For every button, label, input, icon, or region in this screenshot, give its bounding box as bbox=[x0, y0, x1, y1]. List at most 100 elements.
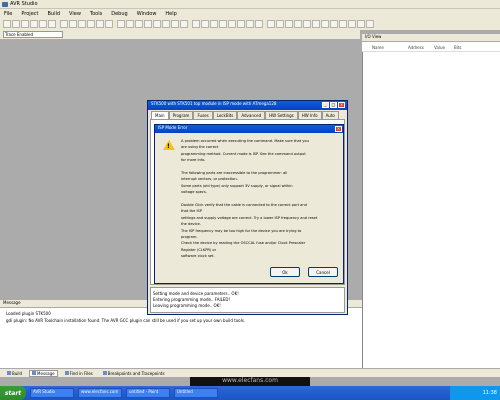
toolbar-button[interactable] bbox=[39, 20, 47, 28]
toolbar-button[interactable] bbox=[276, 20, 284, 28]
main-toolbar bbox=[0, 18, 500, 30]
toolbar-button[interactable] bbox=[69, 20, 77, 28]
toolbar-button[interactable] bbox=[285, 20, 293, 28]
tab-auto[interactable]: Auto bbox=[321, 111, 339, 119]
tab-advanced[interactable]: Advanced bbox=[237, 111, 266, 119]
close-button[interactable]: × bbox=[338, 102, 345, 108]
toolbar-button[interactable] bbox=[135, 20, 143, 28]
toolbar-button[interactable] bbox=[153, 20, 161, 28]
toolbar-button[interactable] bbox=[105, 20, 113, 28]
toolbar-button[interactable] bbox=[219, 20, 227, 28]
tab-find-label: Find in Files bbox=[69, 370, 93, 376]
close-icon[interactable]: × bbox=[335, 126, 342, 132]
status-line: Setting mode and device parameters.. OK! bbox=[153, 291, 239, 296]
message-text-line: program. bbox=[181, 235, 198, 239]
toolbar-button[interactable] bbox=[60, 20, 68, 28]
window-title: AVR Studio bbox=[10, 1, 38, 7]
toolbar-button[interactable] bbox=[267, 20, 275, 28]
tab-lockbits[interactable]: LockBits bbox=[212, 111, 238, 119]
toolbar-button[interactable] bbox=[246, 20, 254, 28]
message-text-line: settings and supply voltage are correct.… bbox=[181, 215, 318, 220]
toolbar-button[interactable] bbox=[12, 20, 20, 28]
menu-build[interactable]: Build bbox=[47, 11, 60, 17]
tab-program[interactable]: Program bbox=[168, 111, 194, 119]
io-col-bits[interactable]: Bits bbox=[454, 42, 474, 51]
status-line: Entering programming mode.. FAILED! bbox=[153, 297, 231, 302]
toolbar-button[interactable] bbox=[210, 20, 218, 28]
message-text-line: Check the device by reading the OSCCAL f… bbox=[181, 241, 306, 246]
toolbar-button[interactable] bbox=[228, 20, 236, 28]
stk500-dialog-title: STK500 with STK501 top module in ISP mod… bbox=[148, 101, 347, 110]
app-icon bbox=[2, 2, 8, 7]
toolbar-button[interactable] bbox=[162, 20, 170, 28]
toolbar-button[interactable] bbox=[78, 20, 86, 28]
menu-tools[interactable]: Tools bbox=[90, 11, 102, 17]
ok-button[interactable]: Ok bbox=[270, 267, 300, 277]
toolbar-button[interactable] bbox=[3, 20, 11, 28]
menu-help[interactable]: Help bbox=[165, 11, 176, 17]
clock: 11:38 bbox=[482, 390, 497, 396]
toolbar-button[interactable] bbox=[339, 20, 347, 28]
menu-project[interactable]: Project bbox=[21, 11, 38, 17]
io-col-value[interactable]: Value bbox=[434, 42, 454, 51]
start-button[interactable]: start bbox=[0, 386, 26, 400]
tab-find-in-files[interactable]: Find in Files bbox=[62, 370, 96, 377]
io-view-header: Name Address Value Bits bbox=[362, 42, 500, 52]
toolbar-button[interactable] bbox=[201, 20, 209, 28]
menu-file[interactable]: File bbox=[4, 11, 12, 17]
toolbar-button[interactable] bbox=[87, 20, 95, 28]
menu-view[interactable]: View bbox=[69, 11, 81, 17]
toolbar-button[interactable] bbox=[303, 20, 311, 28]
build-icon bbox=[7, 371, 11, 375]
io-col-address[interactable]: Address bbox=[408, 42, 434, 51]
toolbar-button[interactable] bbox=[96, 20, 104, 28]
toolbar-button[interactable] bbox=[117, 20, 125, 28]
toolbar-button[interactable] bbox=[330, 20, 338, 28]
tab-fuses[interactable]: Fuses bbox=[193, 111, 213, 119]
cancel-button[interactable]: Cancel bbox=[308, 267, 338, 277]
maximize-button[interactable]: □ bbox=[330, 102, 337, 108]
message-text-line: A problem occurred when executing the co… bbox=[181, 139, 309, 143]
io-col-name[interactable]: Name bbox=[372, 42, 408, 51]
message-text-line: programming method. Current mode is ISP.… bbox=[181, 151, 306, 156]
toolbar-button[interactable] bbox=[21, 20, 29, 28]
toolbar-button[interactable] bbox=[348, 20, 356, 28]
message-text-line: voltage specs. bbox=[181, 190, 207, 195]
tab-hw-info[interactable]: HW Info bbox=[297, 111, 322, 119]
tab-breakpoints[interactable]: Breakpoints and Tracepoints bbox=[100, 370, 168, 377]
toolbar-button[interactable] bbox=[192, 20, 200, 28]
toolbar-button[interactable] bbox=[171, 20, 179, 28]
toolbar-button[interactable] bbox=[321, 20, 329, 28]
menu-window[interactable]: Window bbox=[137, 11, 157, 17]
io-view-title: I/O View bbox=[362, 34, 500, 42]
toolbar-button[interactable] bbox=[294, 20, 302, 28]
toolbar-button[interactable] bbox=[237, 20, 245, 28]
isp-error-title: ISP Mode Error bbox=[155, 125, 343, 133]
taskbar-button[interactable]: www.elecfans.com bbox=[78, 388, 122, 398]
taskbar-button[interactable]: Untitled bbox=[174, 388, 218, 398]
stk500-tabs: Main Program Fuses LockBits Advanced HW … bbox=[151, 111, 344, 119]
tab-message[interactable]: Message bbox=[29, 369, 58, 377]
message-text-line: The following parts are inaccessible to … bbox=[181, 171, 288, 175]
taskbar-button[interactable]: untitled - Paint bbox=[126, 388, 170, 398]
tab-build[interactable]: Build bbox=[4, 370, 25, 377]
toolbar-button[interactable] bbox=[180, 20, 188, 28]
taskbar-button[interactable]: AVR Studio bbox=[30, 388, 74, 398]
toolbar-button[interactable] bbox=[255, 20, 263, 28]
window-buttons: _ □ × bbox=[322, 102, 345, 108]
minimize-button[interactable]: _ bbox=[322, 102, 329, 108]
toolbar-button[interactable] bbox=[30, 20, 38, 28]
message-text-line: the device. bbox=[181, 222, 201, 227]
toolbar-button[interactable] bbox=[144, 20, 152, 28]
toolbar-button[interactable] bbox=[357, 20, 365, 28]
tab-main[interactable]: Main bbox=[151, 111, 169, 119]
tab-hw-settings[interactable]: HW Settings bbox=[265, 111, 298, 119]
title-bar: AVR Studio bbox=[0, 0, 500, 9]
toolbar-button[interactable] bbox=[126, 20, 134, 28]
toolbar-button[interactable] bbox=[312, 20, 320, 28]
toolbar-button[interactable] bbox=[48, 20, 56, 28]
menu-debug[interactable]: Debug bbox=[111, 11, 127, 17]
message-text-line: Some parts (old type) only support 3V su… bbox=[181, 183, 293, 188]
toolbar-button[interactable] bbox=[366, 20, 374, 28]
platform-combo[interactable]: Trace Enabled bbox=[3, 31, 63, 38]
